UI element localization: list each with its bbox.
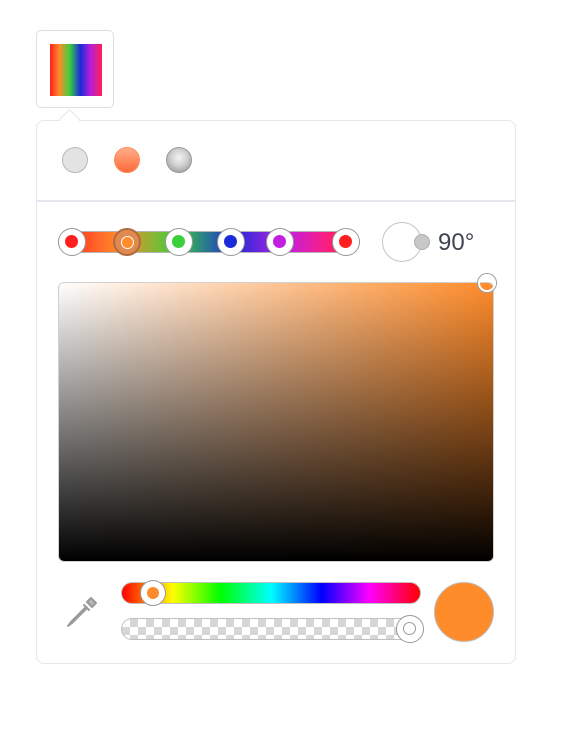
gradient-trigger-button[interactable]	[36, 30, 114, 108]
saturation-value-area[interactable]	[58, 282, 494, 562]
gradient-stop-6[interactable]	[332, 228, 360, 256]
hue-slider[interactable]	[121, 582, 421, 604]
mode-radial-gradient-button[interactable]	[166, 147, 192, 173]
alpha-slider-thumb[interactable]	[396, 615, 424, 643]
gradient-swatch-preview	[50, 44, 102, 96]
mode-linear-gradient-button[interactable]	[114, 147, 140, 173]
hue-thumb-color	[147, 587, 159, 599]
gradient-stop-3[interactable]	[164, 228, 193, 256]
divider	[37, 200, 515, 202]
sv-black-layer	[59, 283, 493, 561]
gradient-stop-color	[65, 235, 78, 248]
gradient-stop-1[interactable]	[58, 228, 86, 256]
gradient-stop-4[interactable]	[216, 228, 245, 256]
gradient-stop-color	[339, 235, 352, 248]
sv-cursor-handle[interactable]	[478, 274, 496, 292]
eyedropper-icon[interactable]	[62, 592, 102, 632]
gradient-stop-color	[171, 235, 185, 248]
color-preview	[434, 582, 494, 642]
alpha-slider[interactable]	[121, 618, 421, 640]
hue-slider-thumb[interactable]	[140, 580, 166, 606]
mode-solid-button[interactable]	[62, 147, 88, 173]
gradient-stop-color	[120, 236, 134, 249]
angle-knob-handle[interactable]	[414, 234, 430, 250]
gradient-stop-2[interactable]	[112, 228, 141, 256]
angle-value: 90°	[438, 229, 475, 256]
gradient-stop-color	[273, 235, 287, 248]
gradient-bar[interactable]	[58, 231, 360, 253]
alpha-thumb-ring	[403, 622, 416, 635]
gradient-stop-color	[223, 235, 237, 248]
